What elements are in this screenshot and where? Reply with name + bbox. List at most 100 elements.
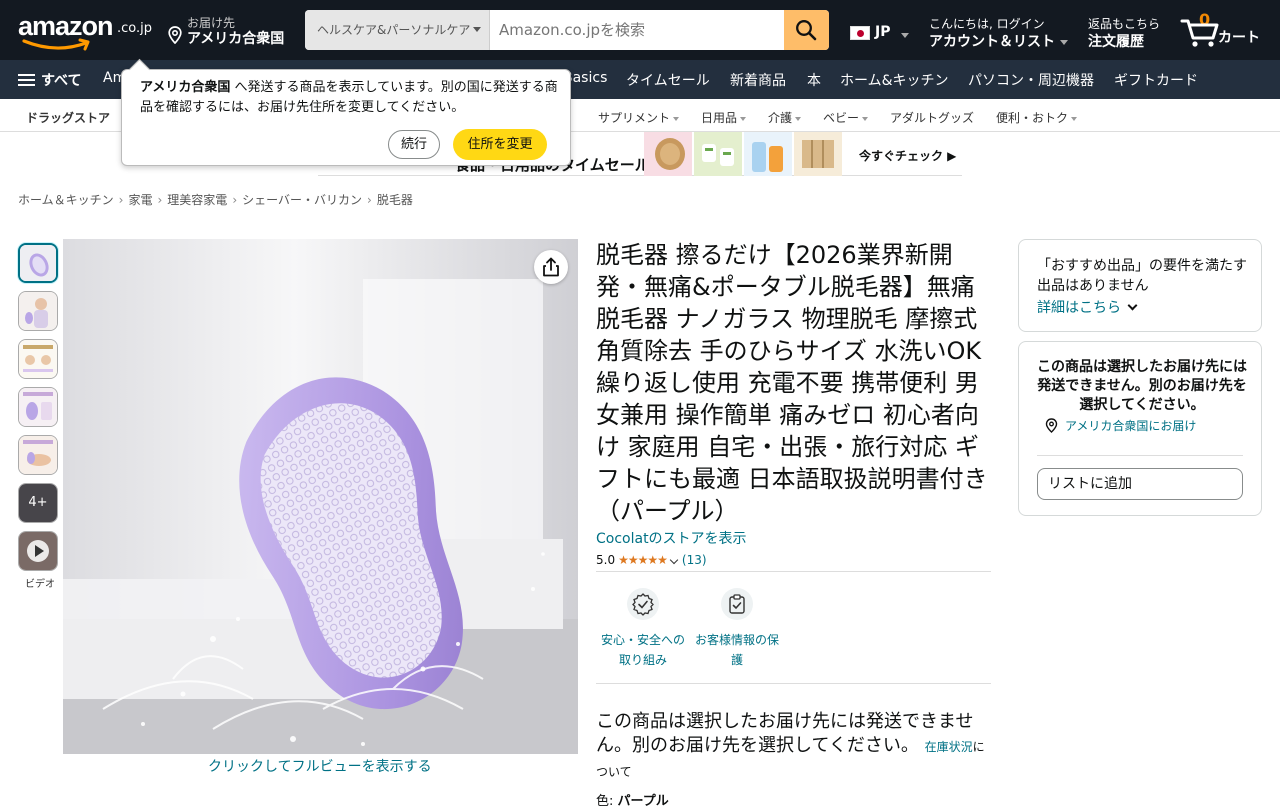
search-category-dropdown[interactable]: ヘルスケア&パーソナルケア — [305, 10, 490, 50]
chevron-down-icon — [795, 116, 802, 121]
cart-button[interactable]: 0 カート — [1180, 10, 1270, 50]
chevron-down-icon — [669, 555, 679, 564]
video-label: ビデオ — [25, 579, 55, 590]
logo-smile-icon — [22, 38, 90, 51]
product-image-art — [63, 239, 578, 754]
amazon-logo[interactable]: amazon .co.jp — [18, 10, 153, 52]
chevron-down-icon — [740, 116, 747, 121]
more-images-label: 4+ — [19, 484, 57, 522]
thumbnail-more[interactable]: 4+ — [18, 483, 58, 523]
banner-image-box — [794, 132, 842, 176]
chevron-down-icon — [1127, 300, 1138, 311]
subnav-category[interactable]: ドラッグストア — [26, 109, 110, 126]
clipboard-check-icon — [721, 588, 753, 620]
thumbnail-5[interactable] — [18, 435, 58, 475]
nav-link-timesale[interactable]: タイムセール — [626, 70, 710, 90]
logo-tld: .co.jp — [117, 21, 153, 36]
search-category-label: ヘルスケア&パーソナルケア — [317, 23, 471, 37]
delivery-popover: アメリカ合衆国 へ発送する商品を表示しています。別の国に発送する商品を確認するに… — [121, 69, 571, 166]
safety-badge-label: 安心・安全への取り組み — [600, 633, 685, 667]
subnav-item-adult[interactable]: アダルトグッズ — [890, 109, 974, 126]
divider — [1037, 455, 1243, 456]
japan-flag-icon — [850, 26, 870, 40]
breadcrumb-item[interactable]: シェーバー・バリカン — [242, 193, 362, 207]
chevron-down-icon — [862, 116, 869, 121]
subnav-item-deals[interactable]: 便利・おトク — [996, 109, 1078, 126]
search-bar: ヘルスケア&パーソナルケア — [305, 10, 829, 50]
popover-message: アメリカ合衆国 へ発送する商品を表示しています。別の国に発送する商品を確認するに… — [140, 78, 560, 118]
details-link[interactable]: 詳細はこちら — [1037, 297, 1138, 317]
account-menu[interactable]: こんにちは, ログイン アカウント＆リスト — [929, 15, 1068, 51]
subnav-item-supplements[interactable]: サプリメント — [598, 109, 680, 126]
orders-link[interactable]: 返品もこちら 注文履歴 — [1088, 15, 1160, 51]
deliver-to[interactable]: お届け先 アメリカ合衆国 — [168, 14, 293, 48]
language-code: JP — [875, 24, 891, 40]
banner-cta[interactable]: 今すぐチェック ▶ — [859, 147, 956, 164]
add-to-list-button[interactable]: リストに追加 — [1037, 468, 1243, 500]
availability-text: この商品は選択したお届け先には発送できません。別のお届け先を選択してください。 — [596, 711, 974, 756]
breadcrumb: ホーム＆キッチン › 家電 › 理美容家電 › シェーバー・バリカン › 脱毛器 — [18, 191, 413, 208]
banner-image-rollers — [694, 132, 742, 176]
deliver-to-link[interactable]: アメリカ合衆国にお届け — [1045, 417, 1196, 434]
chevron-down-icon — [673, 116, 680, 121]
breadcrumb-separator: › — [118, 193, 124, 207]
thumbnail-4[interactable] — [18, 387, 58, 427]
cart-icon — [1180, 19, 1219, 47]
privacy-badge-label: お客様情報の保護 — [694, 633, 779, 667]
nav-link-home-kitchen[interactable]: ホーム&キッチン — [840, 70, 949, 90]
thumbnail-video[interactable] — [18, 531, 58, 571]
thumbnail-2[interactable] — [18, 291, 58, 331]
chevron-down-icon — [1071, 116, 1078, 121]
change-address-button[interactable]: 住所を変更 — [453, 129, 547, 160]
location-pin-icon — [168, 26, 182, 44]
search-input[interactable] — [490, 10, 784, 50]
thumbnail-1[interactable] — [18, 243, 58, 283]
main-product-image[interactable] — [63, 239, 578, 754]
subnav-item-daily[interactable]: 日用品 — [701, 109, 747, 126]
popover-country: アメリカ合衆国 — [140, 80, 231, 95]
stock-status-link[interactable]: 在庫状況 — [925, 740, 973, 754]
search-icon — [796, 20, 817, 41]
top-nav: amazon .co.jp お届け先 アメリカ合衆国 ヘルスケア&パーソナルケア — [0, 0, 1280, 60]
fullview-link[interactable]: クリックしてフルビューを表示する — [208, 756, 432, 776]
thumbnail-3[interactable] — [18, 339, 58, 379]
nav-link-books[interactable]: 本 — [807, 70, 821, 90]
banner-image-detergent — [744, 132, 792, 176]
buy-box: この商品は選択したお届け先には発送できません。別のお届け先を選択してください。 … — [1018, 341, 1262, 516]
share-button[interactable] — [534, 250, 568, 284]
rating-count[interactable]: (13) — [682, 553, 707, 567]
nav-link-new[interactable]: 新着商品 — [730, 70, 786, 90]
privacy-badge[interactable]: お客様情報の保護 — [692, 588, 782, 670]
chevron-down-icon — [901, 33, 909, 38]
nav-link-giftcard[interactable]: ギフトカード — [1114, 70, 1198, 90]
breadcrumb-item[interactable]: 家電 — [128, 193, 152, 207]
subnav-item-baby[interactable]: ベビー — [823, 109, 869, 126]
store-link[interactable]: Cocolatのストアを表示 — [596, 528, 747, 548]
divider — [596, 571, 991, 572]
hamburger-icon — [18, 73, 36, 87]
chevron-down-icon — [1060, 39, 1068, 45]
divider — [596, 683, 991, 684]
search-button[interactable] — [784, 10, 829, 50]
breadcrumb-item[interactable]: 脱毛器 — [377, 193, 413, 207]
featured-offer-box: 「おすすめ出品」の要件を満たす出品はありません 詳細はこちら — [1018, 239, 1262, 332]
rating-summary[interactable]: 5.0 ★★★★★ (13) — [596, 553, 707, 567]
breadcrumb-item[interactable]: ホーム＆キッチン — [18, 193, 114, 207]
breadcrumb-item[interactable]: 理美容家電 — [167, 193, 227, 207]
all-menu-button[interactable]: すべて — [18, 70, 81, 90]
nav-link-pc[interactable]: パソコン・周辺機器 — [968, 70, 1094, 90]
account-greeting: こんにちは, ログイン — [929, 17, 1045, 31]
rating-value: 5.0 — [596, 553, 616, 567]
breadcrumb-separator: › — [157, 193, 163, 207]
all-menu-label: すべて — [41, 73, 82, 89]
continue-button[interactable]: 続行 — [388, 130, 440, 159]
color-value: パープル — [617, 794, 669, 809]
availability-message: この商品は選択したお届け先には発送できません。別のお届け先を選択してください。 … — [596, 710, 991, 784]
breadcrumb-separator: › — [367, 193, 372, 207]
location-pin-icon — [1045, 418, 1058, 433]
safety-badge[interactable]: 安心・安全への取り組み — [598, 588, 688, 670]
returns-label: 返品もこちら — [1088, 17, 1161, 31]
subnav-item-care[interactable]: 介護 — [768, 109, 802, 126]
star-rating-icon: ★★★★★ — [618, 553, 668, 567]
banner-image-scrub — [644, 132, 692, 176]
